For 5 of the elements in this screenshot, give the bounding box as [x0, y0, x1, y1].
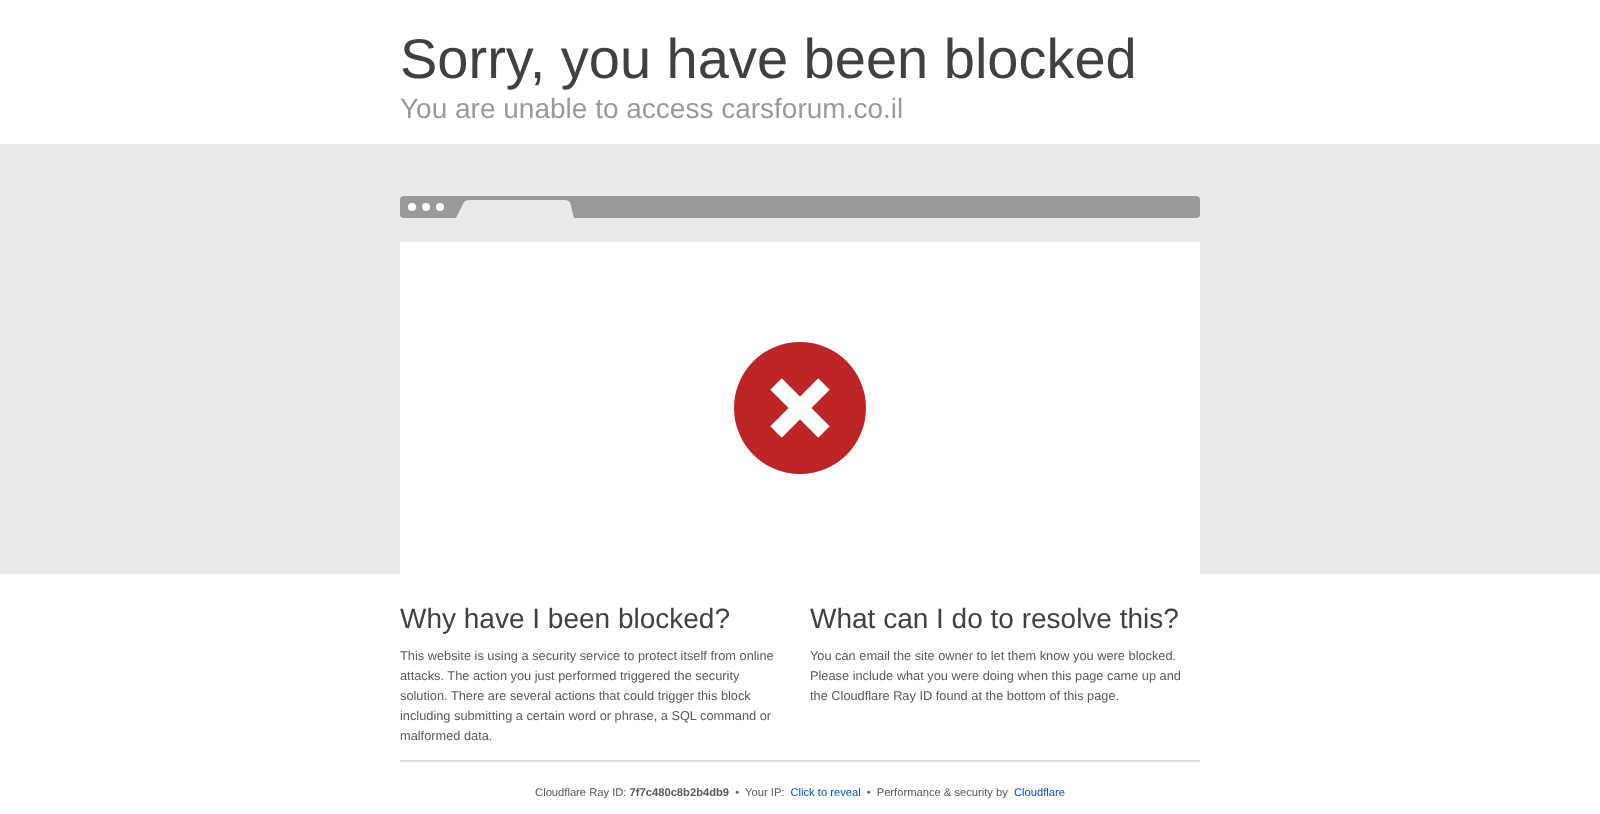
error-x-icon [732, 340, 868, 476]
section-heading: Why have I been blocked? [400, 600, 732, 638]
page-subtitle: You are unable to access carsforum.co.il [400, 92, 906, 124]
page-title: Sorry, you have been blocked [400, 28, 1139, 92]
section-heading: What can I do to resolve this? [810, 600, 1181, 638]
